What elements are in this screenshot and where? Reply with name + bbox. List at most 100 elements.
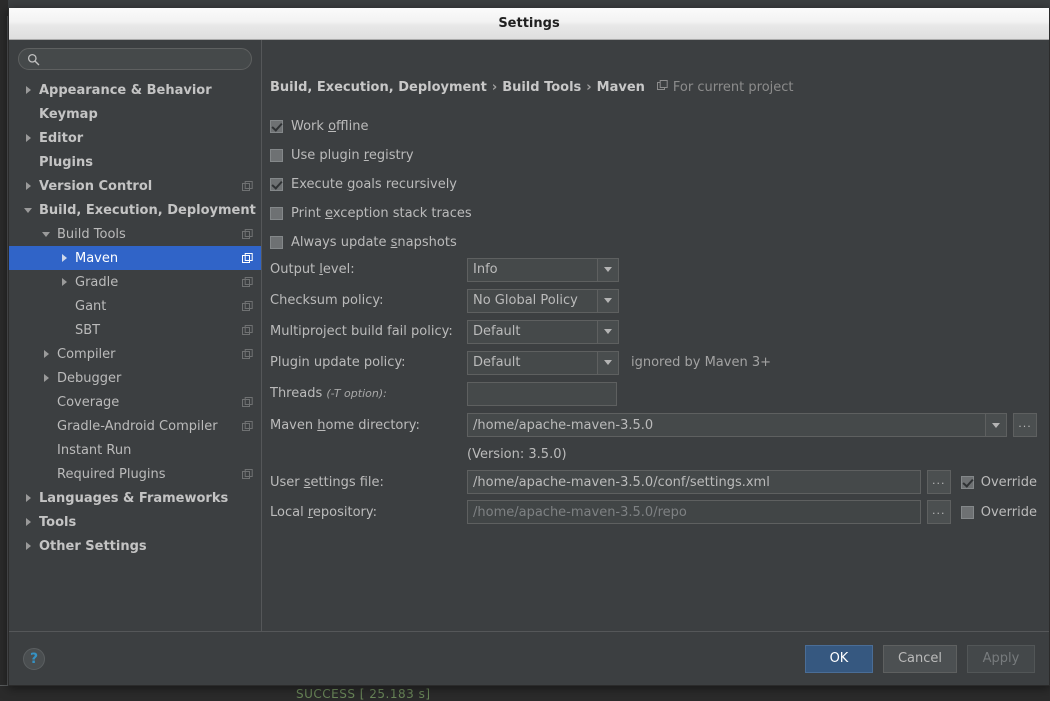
- user-settings-override[interactable]: Override: [960, 475, 1037, 490]
- breadcrumb-item-1[interactable]: Build Tools: [502, 80, 581, 95]
- local-repository-input[interactable]: /home/apache-maven-3.5.0/repo: [467, 500, 921, 524]
- sidebar-item-label: SBT: [75, 322, 101, 338]
- sidebar-item-keymap[interactable]: Keymap: [9, 102, 261, 126]
- checkbox-use-plugin-registry[interactable]: [270, 149, 283, 162]
- chevron-down-icon[interactable]: [597, 258, 618, 281]
- combo-row-plugin-update-policy: Plugin update policy: Default ignored by M…: [270, 347, 1037, 378]
- sidebar-item-gradle-android-compiler[interactable]: Gradle-Android Compiler: [9, 414, 261, 438]
- breadcrumb-item-0[interactable]: Build, Execution, Deployment: [270, 80, 487, 95]
- cancel-button[interactable]: Cancel: [882, 644, 957, 673]
- sidebar-item-label: Languages & Frameworks: [39, 490, 229, 506]
- chevron-down-icon[interactable]: [597, 351, 618, 374]
- local-repository-override[interactable]: Override: [960, 505, 1037, 520]
- breadcrumb-separator: ›: [491, 80, 498, 95]
- chevron-down-icon[interactable]: [21, 207, 35, 213]
- combo-multiproject-build-fail-policy[interactable]: Default: [467, 319, 619, 344]
- checkbox-row-execute-goals-recursively[interactable]: Execute goals recursively: [270, 170, 472, 199]
- sidebar-item-coverage[interactable]: Coverage: [9, 390, 261, 414]
- sidebar-item-compiler[interactable]: Compiler: [9, 342, 261, 366]
- sidebar-item-label: Compiler: [57, 346, 116, 362]
- user-settings-browse-button[interactable]: ...: [926, 470, 951, 494]
- checkbox-execute-goals-recursively[interactable]: [270, 178, 283, 191]
- checkbox-label: Execute goals recursively: [291, 177, 457, 192]
- chevron-right-icon[interactable]: [57, 278, 71, 286]
- sidebar-item-build-execution-deployment[interactable]: Build, Execution, Deployment: [9, 198, 261, 222]
- chevron-right-icon[interactable]: [21, 494, 35, 502]
- sidebar-item-label: Version Control: [39, 178, 153, 194]
- project-scope-icon: [242, 345, 253, 364]
- checkbox-row-print-exception-stack-traces[interactable]: Print exception stack traces: [270, 199, 472, 228]
- sidebar-item-label: Required Plugins: [57, 466, 166, 482]
- maven-home-browse-button[interactable]: ...: [1013, 413, 1037, 437]
- sidebar-item-version-control[interactable]: Version Control: [9, 174, 261, 198]
- maven-home-label-mnemonic: h: [317, 417, 326, 433]
- combo-value[interactable]: No Global Policy: [468, 290, 597, 312]
- chevron-down-icon[interactable]: [597, 320, 618, 343]
- local-repository-browse-button[interactable]: ...: [926, 500, 951, 524]
- combo-value[interactable]: Default: [468, 321, 597, 343]
- chevron-right-icon[interactable]: [21, 182, 35, 190]
- sidebar-item-instant-run[interactable]: Instant Run: [9, 438, 261, 462]
- checkbox-label-post: napshots: [397, 235, 457, 250]
- maven-home-label-pre: Maven: [270, 417, 318, 433]
- sidebar-item-label: Maven: [75, 250, 119, 266]
- sidebar-item-languages-frameworks[interactable]: Languages & Frameworks: [9, 486, 261, 510]
- chevron-down-icon[interactable]: [985, 414, 1006, 436]
- checkbox-row-work-offline[interactable]: Work offline: [270, 112, 472, 141]
- sidebar-item-sbt[interactable]: SBT: [9, 318, 261, 342]
- checkbox-row-always-update-snapshots[interactable]: Always update snapshots: [270, 228, 472, 257]
- chevron-right-icon[interactable]: [21, 518, 35, 526]
- chevron-down-icon[interactable]: [39, 231, 53, 237]
- sidebar-item-label: Plugins: [39, 154, 93, 170]
- checkbox-row-use-plugin-registry[interactable]: Use plugin registry: [270, 141, 472, 170]
- checkbox-label-pre: Print: [291, 206, 326, 221]
- checkbox-label-mnemonic: o: [328, 119, 337, 134]
- sidebar-item-editor[interactable]: Editor: [9, 126, 261, 150]
- sidebar-item-debugger[interactable]: Debugger: [9, 366, 261, 390]
- combo-hint-plugin-update-policy: ignored by Maven 3+: [631, 355, 771, 370]
- sidebar-item-plugins[interactable]: Plugins: [9, 150, 261, 174]
- chevron-right-icon[interactable]: [21, 542, 35, 550]
- sidebar-item-label: Instant Run: [57, 442, 132, 458]
- sidebar-item-gant[interactable]: Gant: [9, 294, 261, 318]
- chevron-down-icon[interactable]: [597, 289, 618, 312]
- sidebar-item-appearance-behavior[interactable]: Appearance & Behavior: [9, 78, 261, 102]
- checkbox-label: Use plugin registry: [291, 148, 414, 163]
- local-repository-override-checkbox[interactable]: [960, 505, 974, 519]
- apply-button[interactable]: Apply: [967, 644, 1035, 673]
- checkbox-work-offline[interactable]: [270, 120, 283, 133]
- help-button[interactable]: ?: [23, 647, 45, 670]
- combo-checksum-policy[interactable]: No Global Policy: [467, 288, 619, 313]
- combo-value[interactable]: Info: [468, 259, 597, 281]
- maven-home-combo[interactable]: /home/apache-maven-3.5.0: [467, 413, 1007, 437]
- sidebar-item-label: Gradle: [75, 274, 119, 290]
- combo-plugin-update-policy[interactable]: Default: [467, 350, 619, 375]
- chevron-right-icon[interactable]: [57, 254, 71, 262]
- sidebar-item-other-settings[interactable]: Other Settings: [9, 534, 261, 558]
- combo-output-level[interactable]: Info: [467, 257, 619, 282]
- checkbox-print-exception-stack-traces[interactable]: [270, 207, 283, 220]
- maven-home-value[interactable]: /home/apache-maven-3.5.0: [468, 414, 985, 436]
- sidebar-item-build-tools[interactable]: Build Tools: [9, 222, 261, 246]
- sidebar-item-required-plugins[interactable]: Required Plugins: [9, 462, 261, 486]
- sidebar-item-tools[interactable]: Tools: [9, 510, 261, 534]
- breadcrumb-separator: ›: [586, 80, 592, 95]
- chevron-right-icon[interactable]: [39, 374, 53, 382]
- search-box[interactable]: [18, 48, 252, 70]
- threads-input[interactable]: [467, 381, 617, 406]
- search-input[interactable]: [40, 51, 243, 67]
- chevron-right-icon[interactable]: [39, 350, 53, 358]
- chevron-right-icon[interactable]: [21, 86, 35, 94]
- maven-version-note: (Version: 3.5.0): [467, 446, 567, 462]
- sidebar-item-maven[interactable]: Maven: [9, 246, 261, 270]
- checkbox-label-post: oals recursively: [355, 177, 457, 192]
- combo-label-pre: Plugin update policy:: [270, 355, 406, 370]
- combo-value[interactable]: Default: [468, 352, 597, 374]
- sidebar-item-label: Gant: [75, 298, 107, 314]
- user-settings-input[interactable]: /home/apache-maven-3.5.0/conf/settings.x…: [467, 470, 921, 494]
- sidebar-item-gradle[interactable]: Gradle: [9, 270, 261, 294]
- chevron-right-icon[interactable]: [21, 134, 35, 142]
- ok-button[interactable]: OK: [804, 644, 873, 673]
- checkbox-always-update-snapshots[interactable]: [270, 236, 283, 249]
- user-settings-override-checkbox[interactable]: [960, 475, 974, 489]
